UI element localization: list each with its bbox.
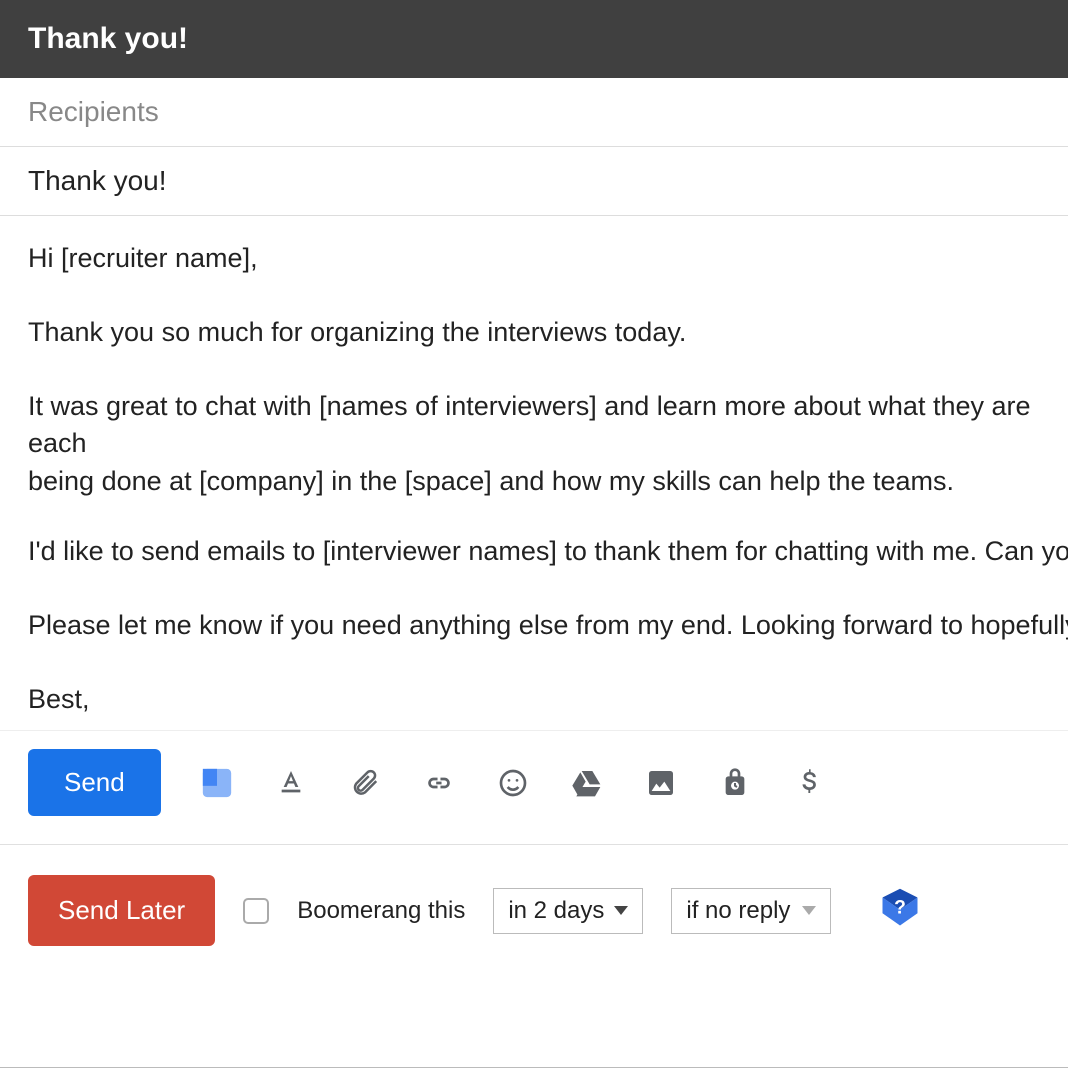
body-line: Best, xyxy=(28,681,1040,719)
svg-text:?: ? xyxy=(894,898,906,919)
app-square-icon[interactable] xyxy=(199,765,235,801)
boomerang-bar: Send Later Boomerang this in 2 days if n… xyxy=(0,845,1068,976)
recipients-placeholder: Recipients xyxy=(28,96,159,127)
subject-field[interactable]: Thank you! xyxy=(0,147,1068,216)
window-title: Thank you! xyxy=(0,0,1068,78)
body-line: I'd like to send emails to [interviewer … xyxy=(28,533,1040,571)
body-line: Hi [recruiter name], xyxy=(28,240,1040,278)
send-button[interactable]: Send xyxy=(28,749,161,816)
send-later-button[interactable]: Send Later xyxy=(28,875,215,946)
drive-icon[interactable] xyxy=(569,765,605,801)
window-title-text: Thank you! xyxy=(28,22,188,55)
boomerang-label: Boomerang this xyxy=(297,897,465,925)
boomerang-condition-select[interactable]: if no reply xyxy=(671,888,831,934)
body-line: It was great to chat with [names of inte… xyxy=(28,388,1040,501)
body-line: Please let me know if you need anything … xyxy=(28,607,1040,645)
compose-toolbar: Send xyxy=(0,731,1068,838)
format-text-icon[interactable] xyxy=(273,765,309,801)
boomerang-help-icon[interactable]: ? xyxy=(879,887,921,934)
email-body[interactable]: Hi [recruiter name], Thank you so much f… xyxy=(0,216,1068,730)
emoji-icon[interactable] xyxy=(495,765,531,801)
boomerang-checkbox[interactable] xyxy=(243,898,269,924)
subject-text: Thank you! xyxy=(28,165,167,196)
insert-link-icon[interactable] xyxy=(421,765,457,801)
confidential-mode-icon[interactable] xyxy=(717,765,753,801)
body-line: Thank you so much for organizing the int… xyxy=(28,314,1040,352)
recipients-field[interactable]: Recipients xyxy=(0,78,1068,147)
dollar-icon[interactable] xyxy=(791,765,827,801)
compose-window: Thank you! Recipients Thank you! Hi [rec… xyxy=(0,0,1068,1068)
chevron-down-icon xyxy=(802,906,816,915)
boomerang-time-select[interactable]: in 2 days xyxy=(493,888,643,934)
insert-image-icon[interactable] xyxy=(643,765,679,801)
attach-file-icon[interactable] xyxy=(347,765,383,801)
chevron-down-icon xyxy=(614,906,628,915)
